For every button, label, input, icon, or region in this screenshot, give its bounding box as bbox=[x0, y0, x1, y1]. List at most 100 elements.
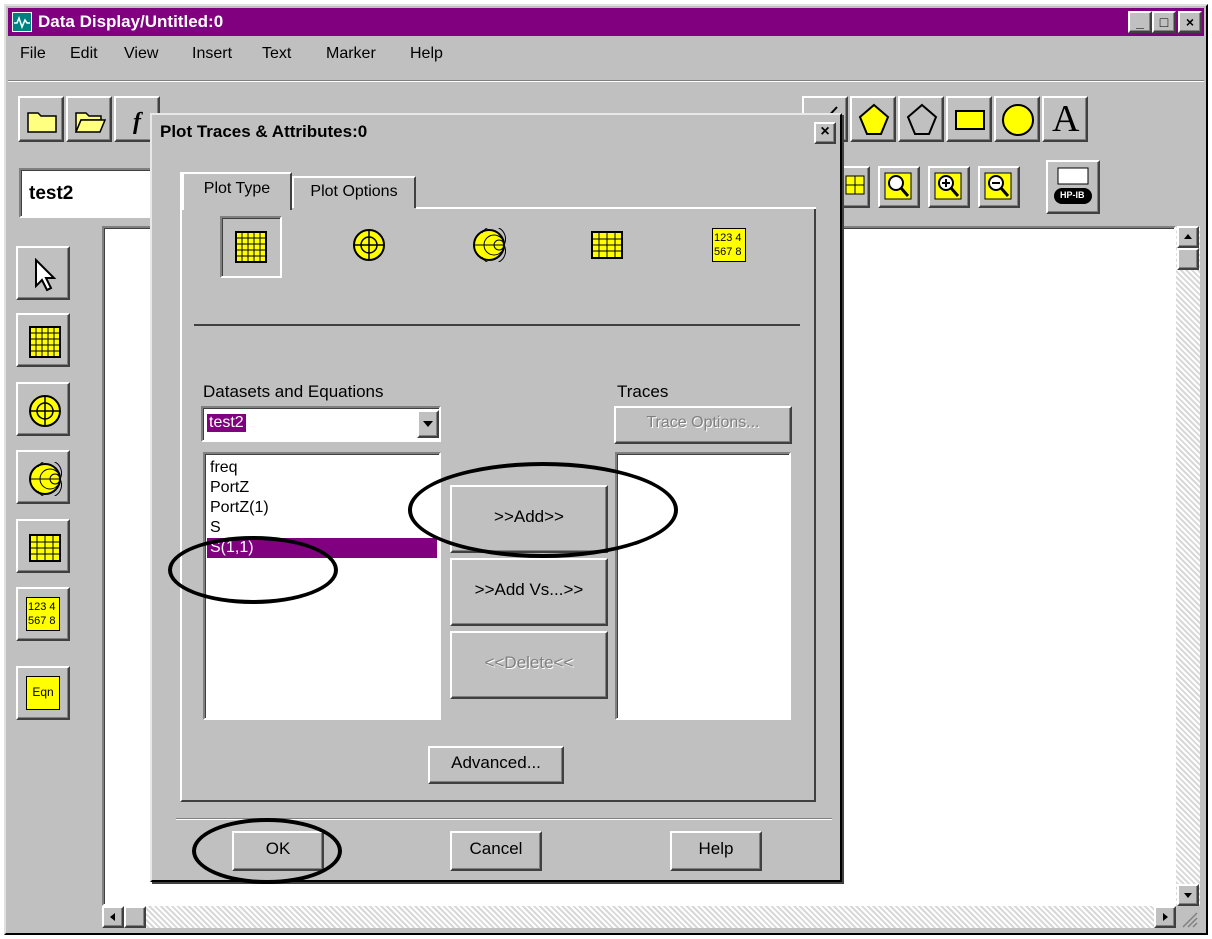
size-grip-icon[interactable] bbox=[1178, 908, 1198, 928]
advanced-button-label: Advanced... bbox=[451, 753, 541, 772]
hpib-button[interactable]: HP-IB bbox=[1046, 160, 1100, 214]
polar-plot-icon bbox=[353, 229, 385, 261]
polyline-icon bbox=[906, 103, 938, 135]
smith-chart-icon bbox=[473, 228, 506, 262]
instrument-icon bbox=[1054, 167, 1092, 204]
help-button[interactable]: Help bbox=[670, 831, 762, 871]
scroll-up-button[interactable] bbox=[1177, 226, 1199, 248]
scroll-right-button[interactable] bbox=[1154, 906, 1176, 928]
text-tool-icon: A bbox=[1052, 98, 1080, 140]
svg-text:f: f bbox=[133, 109, 143, 135]
layout-icon bbox=[845, 175, 865, 195]
draw-ellipse-button[interactable] bbox=[994, 96, 1040, 142]
dataset-dropdown-button[interactable] bbox=[417, 410, 439, 438]
list-item[interactable]: PortZ bbox=[207, 478, 249, 498]
table-icon bbox=[591, 231, 623, 259]
list-item[interactable]: freq bbox=[207, 458, 238, 478]
eqn-label: Eqn bbox=[32, 685, 54, 699]
trace-options-button[interactable]: Trace Options... bbox=[614, 406, 792, 444]
new-file-button[interactable] bbox=[18, 96, 64, 142]
window-title: Data Display/Untitled:0 bbox=[38, 12, 224, 31]
annotation-circle-ok bbox=[192, 818, 342, 884]
scroll-thumb[interactable] bbox=[1177, 248, 1199, 270]
title-bar: Data Display/Untitled:0 _ □ × bbox=[8, 8, 1204, 36]
minimize-button[interactable]: _ bbox=[1128, 11, 1152, 33]
rectangular-plot-button[interactable] bbox=[16, 313, 70, 367]
delete-button-label: <<Delete<< bbox=[484, 653, 574, 672]
add-vs-button[interactable]: >>Add Vs...>> bbox=[450, 558, 608, 626]
menu-view[interactable]: View bbox=[124, 44, 158, 64]
draw-rectangle-button[interactable] bbox=[946, 96, 992, 142]
tab-plot-options-label: Plot Options bbox=[310, 183, 398, 200]
numeric-icon-bottom: 567 8 bbox=[714, 246, 742, 258]
arrow-pointer-icon bbox=[35, 258, 57, 292]
horizontal-scrollbar[interactable] bbox=[102, 906, 1176, 928]
zoom-button[interactable] bbox=[878, 166, 920, 208]
equation-button[interactable]: Eqn bbox=[16, 666, 70, 720]
close-button[interactable]: × bbox=[1178, 11, 1202, 33]
numeric-icon-bottom: 567 8 bbox=[28, 615, 56, 627]
layout-button[interactable] bbox=[842, 166, 870, 208]
insert-text-button[interactable]: A bbox=[1042, 96, 1088, 142]
plot-type-rectangular[interactable] bbox=[220, 216, 282, 278]
plot-type-smith[interactable] bbox=[460, 216, 522, 278]
dataset-combo[interactable]: test2 bbox=[19, 168, 159, 218]
dialog-title: Plot Traces & Attributes:0 bbox=[160, 122, 368, 141]
draw-polyline-button[interactable] bbox=[898, 96, 944, 142]
tab-panel-top-border bbox=[416, 207, 816, 209]
maximize-button[interactable]: □ bbox=[1152, 11, 1176, 33]
menu-divider bbox=[8, 80, 1204, 82]
dialog-close-button[interactable]: × bbox=[814, 122, 836, 144]
plot-type-polar[interactable] bbox=[340, 216, 402, 278]
menu-edit[interactable]: Edit bbox=[70, 44, 98, 64]
folder-open-icon bbox=[74, 112, 107, 133]
zoom-in-button[interactable] bbox=[928, 166, 970, 208]
zoom-out-icon bbox=[984, 172, 1012, 200]
rectangle-icon bbox=[955, 110, 985, 130]
advanced-button[interactable]: Advanced... bbox=[428, 746, 564, 784]
smith-chart-button[interactable] bbox=[16, 450, 70, 504]
menu-insert[interactable]: Insert bbox=[192, 44, 232, 64]
plot-type-list[interactable] bbox=[578, 216, 640, 278]
dataset-select[interactable]: test2 bbox=[201, 406, 441, 442]
polar-plot-button[interactable] bbox=[16, 382, 70, 436]
arrow-down-icon bbox=[1184, 893, 1192, 898]
menu-file[interactable]: File bbox=[20, 44, 46, 64]
list-item[interactable]: PortZ(1) bbox=[207, 498, 269, 518]
table-icon bbox=[29, 534, 61, 562]
plot-type-numeric[interactable]: 123 4 567 8 bbox=[700, 216, 762, 278]
select-tool-button[interactable] bbox=[16, 246, 70, 300]
tab-plot-type[interactable]: Plot Type bbox=[182, 172, 292, 210]
hscroll-thumb[interactable] bbox=[124, 906, 146, 928]
grid-plot-icon bbox=[235, 231, 267, 263]
close-icon: × bbox=[1185, 14, 1195, 30]
menu-marker[interactable]: Marker bbox=[326, 44, 376, 64]
cancel-button[interactable]: Cancel bbox=[450, 831, 542, 871]
menu-help[interactable]: Help bbox=[410, 44, 443, 64]
menu-bar: File Edit View Insert Text Marker Help bbox=[8, 38, 1204, 68]
arrow-up-icon bbox=[1184, 234, 1192, 239]
cancel-button-label: Cancel bbox=[469, 839, 523, 858]
scroll-down-button[interactable] bbox=[1177, 884, 1199, 906]
vertical-scrollbar[interactable] bbox=[1176, 226, 1200, 906]
dataset-select-value: test2 bbox=[207, 414, 246, 432]
delete-button[interactable]: <<Delete<< bbox=[450, 631, 608, 699]
list-plot-button[interactable] bbox=[16, 519, 70, 573]
menu-text[interactable]: Text bbox=[262, 44, 291, 64]
folder-new-icon bbox=[27, 112, 57, 133]
grid-plot-icon bbox=[29, 326, 61, 358]
polygon-icon bbox=[858, 103, 890, 135]
list-item[interactable]: S bbox=[207, 518, 221, 538]
open-file-button[interactable] bbox=[66, 96, 112, 142]
arrow-right-icon bbox=[1163, 913, 1168, 921]
draw-polygon-button[interactable] bbox=[850, 96, 896, 142]
app-icon bbox=[12, 12, 32, 32]
dialog-title-bar: Plot Traces & Attributes:0 × bbox=[156, 118, 838, 148]
numeric-plot-button[interactable]: 123 4 567 8 bbox=[16, 587, 70, 641]
zoom-out-button[interactable] bbox=[978, 166, 1020, 208]
numeric-icon: 123 4 567 8 bbox=[712, 228, 746, 262]
numeric-icon-top: 123 4 bbox=[714, 232, 742, 244]
tab-plot-options[interactable]: Plot Options bbox=[292, 176, 416, 208]
scroll-left-button[interactable] bbox=[102, 906, 124, 928]
numeric-icon: 123 4 567 8 bbox=[26, 597, 60, 631]
